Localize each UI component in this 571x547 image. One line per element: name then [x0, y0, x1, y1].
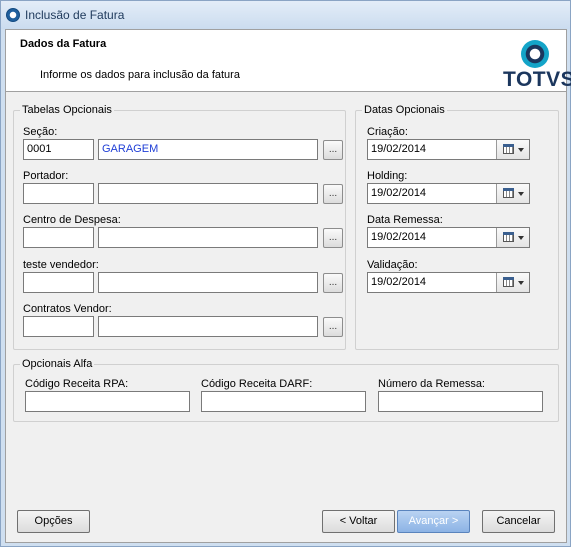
holding-calendar-button[interactable] [496, 184, 529, 203]
ellipsis-lookup-icon: ... [328, 188, 338, 199]
calendar-icon [503, 144, 514, 154]
secao-desc-input[interactable]: GARAGEM [98, 139, 318, 160]
secao-code-input[interactable]: 0001 [23, 139, 94, 160]
opcionais-alfa-group: Opcionais Alfa Código Receita RPA: Códig… [13, 358, 559, 422]
codigo-receita-darf-label: Código Receita DARF: [201, 378, 313, 390]
validacao-date-picker[interactable]: 19/02/2014 [367, 272, 530, 293]
opcionais-alfa-legend: Opcionais Alfa [20, 358, 95, 370]
centro-despesa-code-input[interactable] [23, 227, 94, 248]
contratos-vendor-desc-input[interactable] [98, 316, 318, 337]
chevron-down-icon [518, 148, 524, 152]
calendar-icon [503, 232, 514, 242]
tabelas-opcionais-group: Tabelas Opcionais Seção: 0001 GARAGEM ..… [13, 104, 346, 350]
totvs-logo-text: TOTVS [503, 68, 571, 91]
secao-label: Seção: [23, 126, 58, 138]
validacao-label: Validação: [367, 259, 418, 271]
validacao-date-value: 19/02/2014 [371, 276, 427, 288]
holding-date-picker[interactable]: 19/02/2014 [367, 183, 530, 204]
calendar-icon [503, 188, 514, 198]
criacao-calendar-button[interactable] [496, 140, 529, 159]
chevron-down-icon [518, 281, 524, 285]
centro-despesa-desc-input[interactable] [98, 227, 318, 248]
holding-date-value: 19/02/2014 [371, 187, 427, 199]
data-remessa-calendar-button[interactable] [496, 228, 529, 247]
title-bar[interactable]: Inclusão de Fatura [1, 1, 570, 29]
data-remessa-date-picker[interactable]: 19/02/2014 [367, 227, 530, 248]
calendar-icon [503, 277, 514, 287]
codigo-receita-rpa-input[interactable] [25, 391, 190, 412]
centro-despesa-lookup-button[interactable]: ... [323, 228, 343, 248]
contratos-vendor-label: Contratos Vendor: [23, 303, 112, 315]
back-button[interactable]: < Voltar [322, 510, 395, 533]
datas-opcionais-legend: Datas Opcionais [362, 104, 447, 116]
chevron-down-icon [518, 192, 524, 196]
window-title: Inclusão de Fatura [25, 8, 125, 22]
dialog-content: Dados da Fatura Informe os dados para in… [5, 29, 571, 543]
wizard-header: Dados da Fatura Informe os dados para in… [6, 30, 571, 92]
dialog-window: Inclusão de Fatura Dados da Fatura Infor… [0, 0, 571, 547]
numero-remessa-input[interactable] [378, 391, 543, 412]
codigo-receita-rpa-label: Código Receita RPA: [25, 378, 129, 390]
contratos-vendor-lookup-button[interactable]: ... [323, 317, 343, 337]
ellipsis-lookup-icon: ... [328, 277, 338, 288]
portador-desc-input[interactable] [98, 183, 318, 204]
ellipsis-lookup-icon: ... [328, 144, 338, 155]
teste-vendedor-label: teste vendedor: [23, 259, 99, 271]
tabelas-opcionais-legend: Tabelas Opcionais [20, 104, 114, 116]
page-subtitle: Informe os dados para inclusão da fatura [40, 69, 240, 81]
numero-remessa-label: Número da Remessa: [378, 378, 485, 390]
teste-vendedor-lookup-button[interactable]: ... [323, 273, 343, 293]
criacao-label: Criação: [367, 126, 408, 138]
secao-lookup-button[interactable]: ... [323, 140, 343, 160]
teste-vendedor-desc-input[interactable] [98, 272, 318, 293]
teste-vendedor-code-input[interactable] [23, 272, 94, 293]
criacao-date-picker[interactable]: 19/02/2014 [367, 139, 530, 160]
chevron-down-icon [518, 236, 524, 240]
data-remessa-label: Data Remessa: [367, 214, 443, 226]
portador-lookup-button[interactable]: ... [323, 184, 343, 204]
ellipsis-lookup-icon: ... [328, 321, 338, 332]
opcoes-button[interactable]: Opções [17, 510, 90, 533]
data-remessa-date-value: 19/02/2014 [371, 231, 427, 243]
codigo-receita-darf-input[interactable] [201, 391, 366, 412]
page-title: Dados da Fatura [20, 38, 107, 50]
portador-code-input[interactable] [23, 183, 94, 204]
centro-despesa-label: Centro de Despesa: [23, 214, 121, 226]
next-button[interactable]: Avançar > [397, 510, 470, 533]
totvs-logo-icon [521, 40, 549, 68]
portador-label: Portador: [23, 170, 69, 182]
criacao-date-value: 19/02/2014 [371, 143, 427, 155]
contratos-vendor-code-input[interactable] [23, 316, 94, 337]
datas-opcionais-group: Datas Opcionais Criação: 19/02/2014 Hold… [355, 104, 559, 350]
app-logo-icon [6, 8, 20, 22]
validacao-calendar-button[interactable] [496, 273, 529, 292]
holding-label: Holding: [367, 170, 408, 182]
ellipsis-lookup-icon: ... [328, 232, 338, 243]
cancel-button[interactable]: Cancelar [482, 510, 555, 533]
